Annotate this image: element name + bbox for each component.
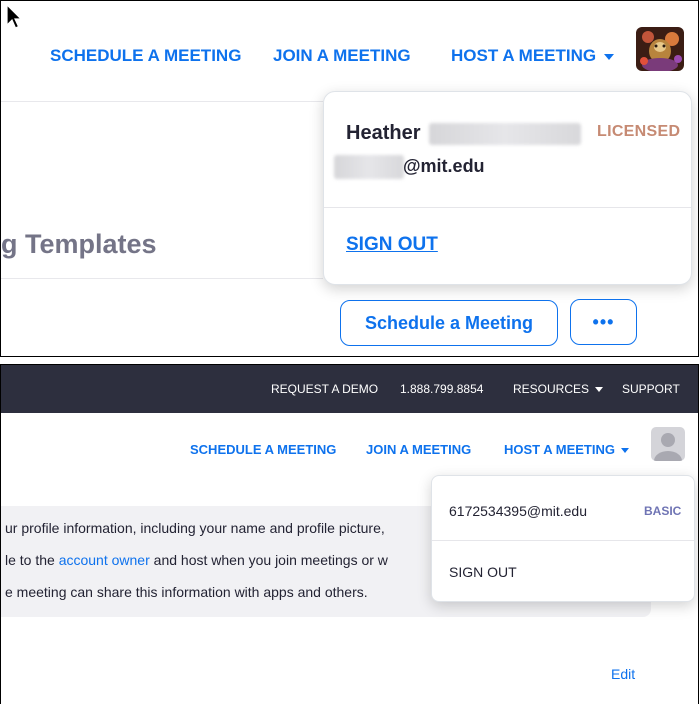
user-email-domain: @mit.edu (403, 156, 485, 176)
chevron-down-icon (595, 387, 604, 393)
header-divider (1, 101, 323, 102)
avatar[interactable] (651, 427, 685, 461)
top-bar: REQUEST A DEMO 1.888.799.8854 RESOURCES … (1, 365, 698, 413)
dropdown-divider (432, 540, 694, 541)
notice-text: le to the (5, 552, 59, 568)
licensed-account-view: SCHEDULE A MEETING JOIN A MEETING HOST A… (0, 0, 699, 357)
dropdown-divider (324, 207, 691, 208)
nav-join-meeting[interactable]: JOIN A MEETING (366, 442, 471, 457)
plan-badge: BASIC (644, 504, 682, 518)
edit-link[interactable]: Edit (611, 666, 635, 682)
avatar[interactable] (636, 27, 684, 71)
resources-label: RESOURCES (513, 382, 590, 396)
nav-host-meeting[interactable]: HOST A MEETING (451, 46, 615, 66)
notice-line-1: ur profile information, including your n… (5, 520, 385, 536)
nav-host-meeting[interactable]: HOST A MEETING (504, 442, 629, 457)
redacted-last-name (429, 123, 581, 145)
nav-schedule-meeting[interactable]: SCHEDULE A MEETING (50, 46, 241, 66)
notice-line-3: e meeting can share this information wit… (5, 584, 368, 600)
resources-menu[interactable]: RESOURCES (513, 382, 604, 396)
basic-account-view: REQUEST A DEMO 1.888.799.8854 RESOURCES … (0, 364, 699, 704)
schedule-meeting-button[interactable]: Schedule a Meeting (340, 300, 558, 346)
notice-line-2: le to the account owner and host when yo… (5, 552, 388, 568)
license-badge: LICENSED (597, 123, 681, 140)
account-dropdown: Heather @mit.edu LICENSED SIGN OUT (323, 91, 692, 285)
nav-host-label: HOST A MEETING (504, 442, 615, 457)
request-demo-link[interactable]: REQUEST A DEMO (271, 382, 378, 396)
user-email: 6172534395@mit.edu (449, 503, 587, 519)
account-owner-link[interactable]: account owner (59, 552, 150, 568)
sign-out-link[interactable]: SIGN OUT (449, 564, 517, 580)
phone-number[interactable]: 1.888.799.8854 (400, 382, 483, 396)
notice-text: and host when you join meetings or w (149, 552, 388, 568)
nav-schedule-meeting[interactable]: SCHEDULE A MEETING (190, 442, 336, 457)
sign-out-link[interactable]: SIGN OUT (346, 234, 438, 256)
chevron-down-icon (604, 53, 615, 60)
default-user-icon (654, 433, 682, 461)
nav-host-label: HOST A MEETING (451, 46, 597, 65)
more-options-button[interactable]: ••• (570, 299, 637, 345)
page-title: g Templates (1, 229, 157, 259)
account-dropdown: 6172534395@mit.edu BASIC SIGN OUT (431, 475, 695, 602)
user-first-name: Heather (346, 122, 421, 144)
support-link[interactable]: SUPPORT (622, 382, 680, 396)
nav-join-meeting[interactable]: JOIN A MEETING (273, 46, 411, 66)
chevron-down-icon (620, 448, 629, 454)
mouse-cursor-icon (6, 4, 22, 29)
redacted-email-user (334, 155, 404, 179)
section-divider (1, 278, 323, 279)
